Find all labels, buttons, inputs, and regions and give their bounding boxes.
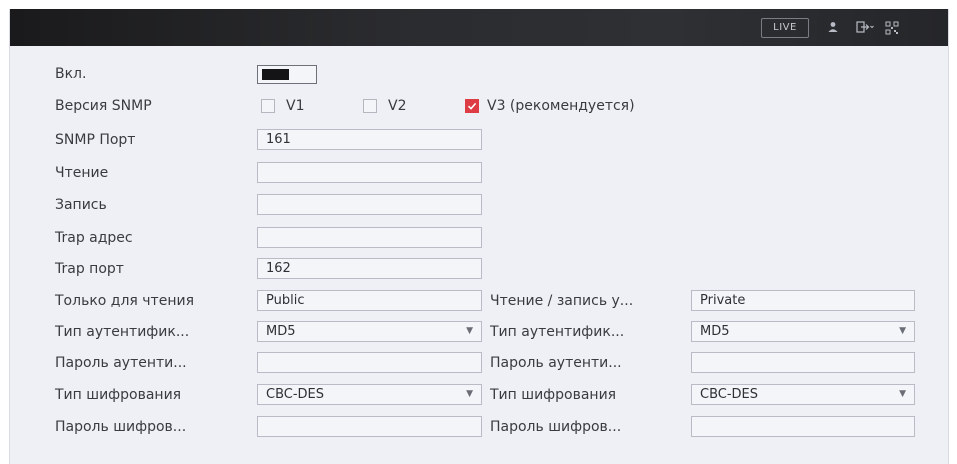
trap-port-label: Trap порт [55, 261, 124, 277]
logout-icon[interactable] [856, 21, 874, 36]
snmp-version-label: Версия SNMP [55, 98, 152, 114]
auth-password-input-right[interactable] [691, 352, 915, 373]
auth-type-select-right[interactable]: MD5 ▼ [691, 321, 915, 342]
encryption-type-label-right: Тип шифрования [490, 387, 617, 403]
readonly-user-input[interactable]: Public [257, 290, 482, 311]
read-community-label: Чтение [55, 165, 109, 181]
auth-password-label-left: Пароль аутенти... [55, 355, 187, 371]
trap-address-label: Trap адрес [55, 230, 133, 246]
top-bar: LIVE [10, 9, 948, 46]
user-icon[interactable] [827, 21, 839, 36]
encryption-type-label-left: Тип шифрования [55, 387, 182, 403]
auth-type-value-right: MD5 [700, 324, 730, 339]
encryption-password-input-right[interactable] [691, 416, 915, 437]
toggle-knob [262, 69, 289, 80]
dropdown-arrow-icon: ▼ [466, 389, 473, 399]
read-community-input[interactable] [257, 162, 482, 183]
readwrite-user-input[interactable]: Private [691, 290, 915, 311]
encryption-type-select-left[interactable]: CBC-DES ▼ [257, 384, 482, 405]
trap-address-input[interactable] [257, 227, 482, 248]
dropdown-arrow-icon: ▼ [899, 389, 906, 399]
auth-password-input-left[interactable] [257, 352, 482, 373]
snmp-port-input[interactable]: 161 [257, 129, 482, 150]
encryption-type-value-right: CBC-DES [700, 387, 759, 402]
encryption-type-value-left: CBC-DES [266, 387, 325, 402]
write-community-input[interactable] [257, 194, 482, 215]
auth-type-value-left: MD5 [266, 324, 296, 339]
dropdown-arrow-icon: ▼ [899, 326, 906, 336]
encryption-type-select-right[interactable]: CBC-DES ▼ [691, 384, 915, 405]
encryption-password-label-right: Пароль шифров... [490, 419, 622, 435]
trap-port-input[interactable]: 162 [257, 258, 482, 279]
checkmark-icon [467, 102, 477, 110]
v3-checkbox[interactable] [465, 99, 479, 113]
dropdown-arrow-icon: ▼ [466, 326, 473, 336]
v2-checkbox[interactable] [363, 99, 377, 113]
auth-type-label-right: Тип аутентифик... [490, 324, 625, 340]
auth-type-label-left: Тип аутентифик... [55, 324, 190, 340]
write-community-label: Запись [55, 197, 107, 213]
v2-label: V2 [388, 98, 407, 114]
live-button[interactable]: LIVE [761, 18, 809, 38]
enable-label: Вкл. [55, 66, 87, 82]
readonly-user-label: Только для чтения [55, 293, 195, 309]
auth-type-select-left[interactable]: MD5 ▼ [257, 321, 482, 342]
encryption-password-label-left: Пароль шифров... [55, 419, 187, 435]
v3-label: V3 (рекомендуется) [487, 98, 635, 114]
snmp-settings-panel: LIVE Вкл. Версия SNMP V1 V2 V3 (рекоменд… [9, 9, 949, 464]
v1-checkbox[interactable] [261, 99, 275, 113]
snmp-port-label: SNMP Порт [55, 132, 136, 148]
readwrite-user-label: Чтение / запись у... [490, 293, 634, 309]
auth-password-label-right: Пароль аутенти... [490, 355, 622, 371]
enable-toggle[interactable] [257, 65, 317, 84]
encryption-password-input-left[interactable] [257, 416, 482, 437]
qr-code-icon[interactable] [885, 21, 899, 38]
v1-label: V1 [286, 98, 305, 114]
